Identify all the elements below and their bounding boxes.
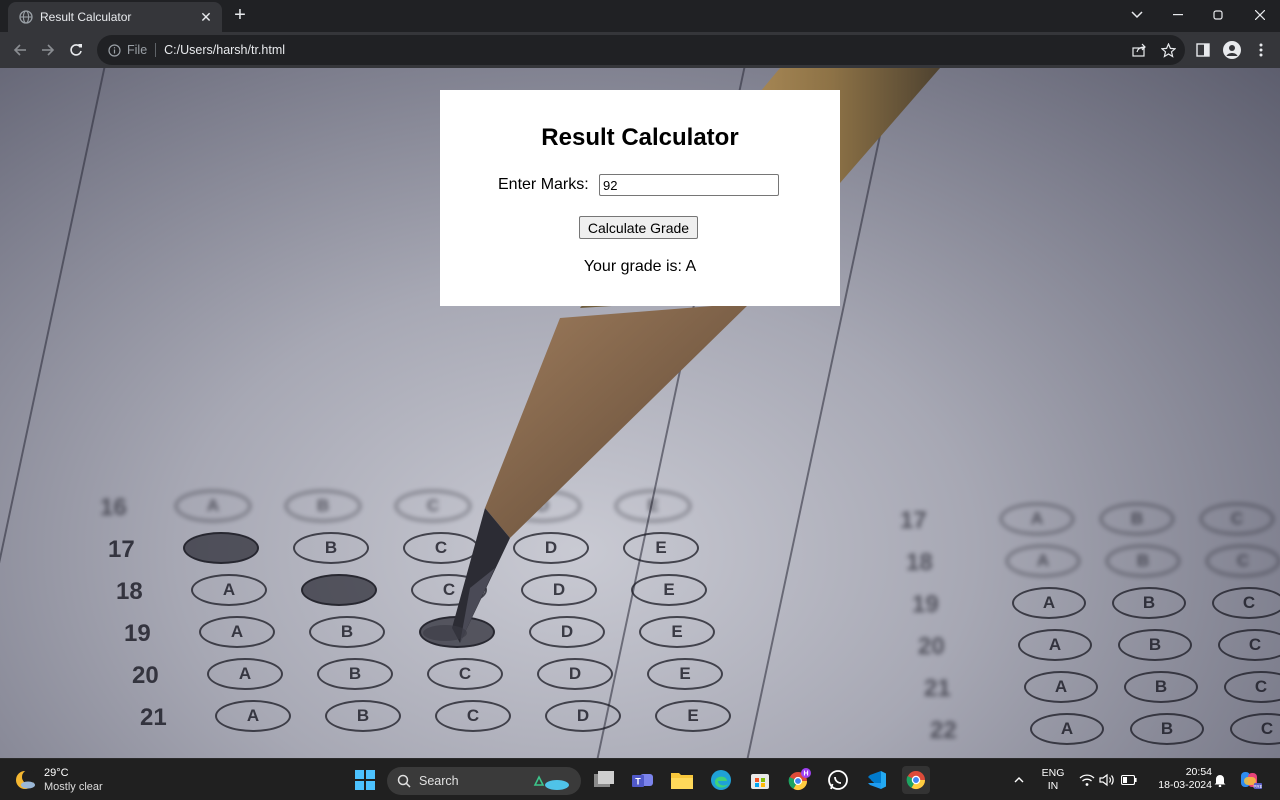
whatsapp-icon[interactable] [824,766,852,794]
file-manager-icon[interactable] [590,766,618,794]
forward-arrow-icon [42,44,55,56]
tab-title: Result Calculator [40,10,132,24]
vscode-icon[interactable] [863,766,891,794]
search-label: Search [419,774,459,788]
page-viewport: 16ABCDE17BCDE18ACDE19ABDE20ABCDE21ABCDE1… [0,68,1280,758]
reload-button[interactable] [64,38,88,62]
url-text[interactable]: C:/Users/harsh/tr.html [164,43,285,57]
taskbar-search[interactable]: Search [387,767,581,795]
system-clock[interactable]: 20:54 18-03-2024 [1146,766,1212,792]
forward-button[interactable] [36,38,60,62]
calculate-grade-button[interactable]: Calculate Grade [579,216,698,239]
page-title: Result Calculator [541,124,739,151]
copilot-icon[interactable]: PRE [1238,767,1264,793]
moon-weather-icon [16,770,36,789]
address-bar[interactable]: File C:/Users/harsh/tr.html [97,35,1185,65]
weather-temperature: 29°C [44,767,69,779]
profile-icon[interactable] [1220,38,1244,62]
language-code: ENG [1041,767,1065,779]
file-explorer-icon[interactable] [668,766,696,794]
close-tab-icon[interactable]: ✕ [198,9,214,25]
edge-icon[interactable] [707,766,735,794]
teams-icon[interactable]: T [629,766,657,794]
result-calculator-card: Result Calculator Enter Marks: Calculate… [440,90,840,306]
back-button[interactable] [8,38,32,62]
url-scheme: File [127,43,148,57]
reload-icon [70,44,82,56]
tab-search-chevron-icon[interactable] [1125,4,1149,26]
chrome-icon[interactable] [902,766,930,794]
recycle-highlight-icon [533,775,569,790]
clock-time: 20:54 [1185,766,1212,778]
bookmark-star-icon[interactable] [1158,40,1178,60]
marks-input[interactable] [599,174,779,196]
notification-bell-icon[interactable] [1212,772,1228,788]
grade-result-text: Your grade is: A [583,258,697,275]
language-region: IN [1047,780,1059,792]
globe-icon [19,10,33,24]
svg-text:T: T [635,777,641,787]
volume-icon[interactable] [1099,772,1115,788]
language-indicator[interactable]: ENG IN [1038,767,1068,793]
chrome-profile-icon[interactable]: H [785,766,813,794]
close-window-button[interactable] [1248,4,1272,26]
restore-button[interactable] [1206,4,1230,26]
wifi-icon[interactable] [1079,772,1095,788]
svg-text:PRE: PRE [1253,784,1262,789]
show-hidden-icons-chevron-icon[interactable] [1011,772,1027,788]
start-icon[interactable] [351,766,379,794]
weather-widget[interactable]: 29°C Mostly clear [14,766,103,794]
more-menu-icon[interactable] [1249,38,1273,62]
browser-tabstrip: Result Calculator ✕ + [0,0,1280,32]
back-arrow-icon [13,44,26,56]
omnibox-divider [155,43,157,57]
minimize-button[interactable] [1166,4,1190,26]
info-icon[interactable] [107,43,121,57]
share-icon[interactable] [1129,40,1149,60]
new-tab-button[interactable]: + [230,5,250,26]
browser-toolbar: File C:/Users/harsh/tr.html [0,32,1280,68]
svg-text:H: H [803,771,808,778]
weather-condition: Mostly clear [44,781,103,793]
windows-taskbar: 29°C Mostly clear Search T H ENG IN 20:5… [0,758,1280,800]
search-icon [397,774,411,788]
tab-result-calculator[interactable]: Result Calculator ✕ [8,2,222,32]
battery-icon[interactable] [1121,772,1137,788]
marks-label: Enter Marks: [498,176,589,193]
clock-date: 18-03-2024 [1158,779,1212,791]
store-icon[interactable] [746,766,774,794]
side-panel-icon[interactable] [1191,38,1215,62]
